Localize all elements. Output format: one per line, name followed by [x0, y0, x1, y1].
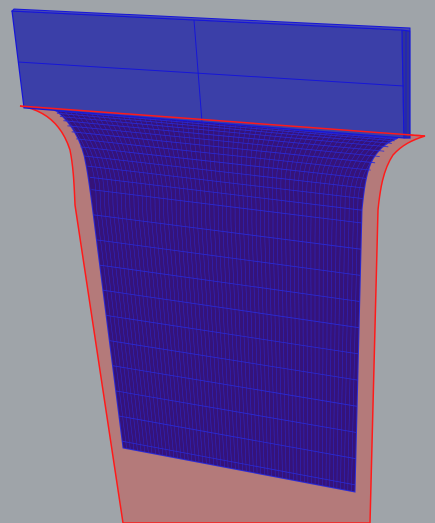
model-canvas[interactable]: [0, 0, 435, 523]
mesh-surface[interactable]: [51, 107, 399, 493]
3d-viewport[interactable]: [0, 0, 435, 523]
